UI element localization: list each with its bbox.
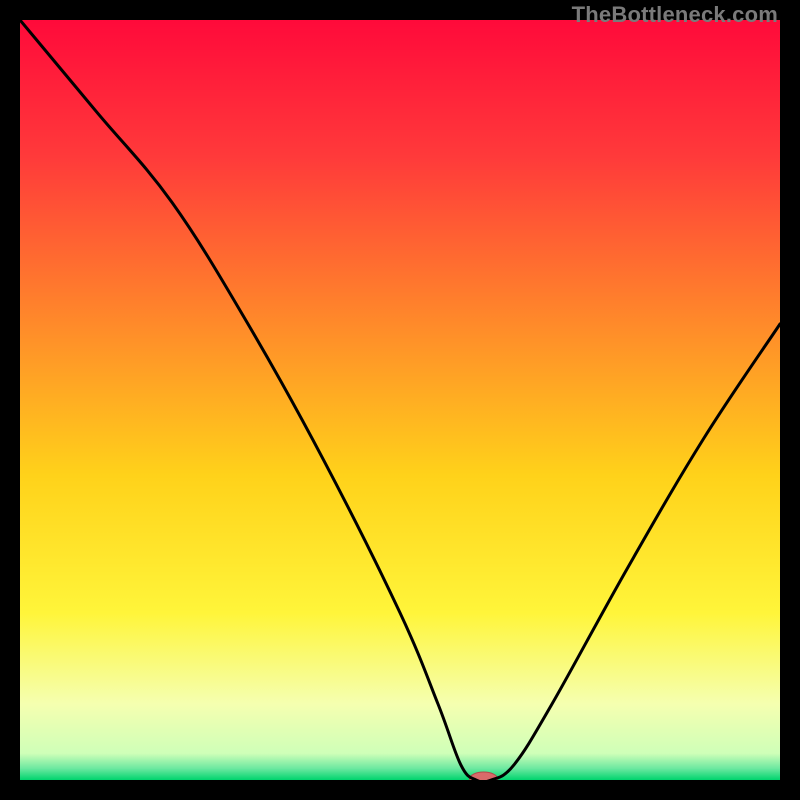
chart-frame: TheBottleneck.com: [0, 0, 800, 800]
plot-area: [20, 20, 780, 780]
chart-svg: [20, 20, 780, 780]
gradient-background: [20, 20, 780, 780]
watermark-text: TheBottleneck.com: [572, 2, 778, 28]
